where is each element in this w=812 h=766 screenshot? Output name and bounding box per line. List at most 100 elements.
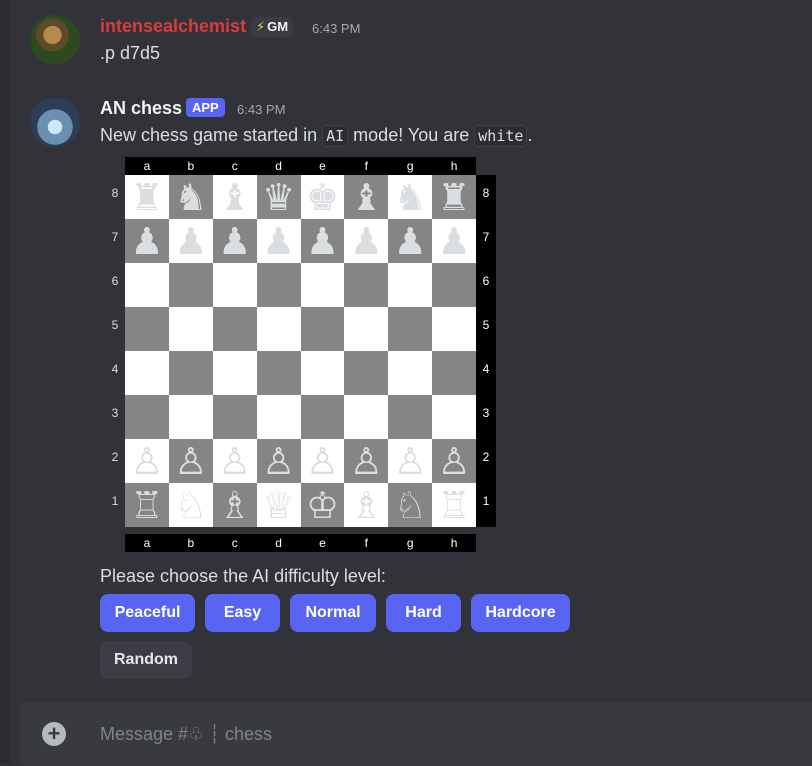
chess-piece: ♜ [130,175,164,219]
square-g2: ♙ [388,439,433,483]
square-c8: ♝ [212,175,257,219]
normal-button[interactable]: Normal [290,594,376,632]
chess-piece: ♙ [261,439,296,483]
square-g7: ♟ [388,219,433,263]
square-b5 [168,307,213,351]
square-h2: ♙ [432,439,476,483]
square-f8: ♝ [344,175,389,219]
square-c2: ♙ [212,439,257,483]
chess-piece: ♜ [437,175,471,219]
inline-code-mode: AI [322,125,349,147]
square-a4 [125,351,169,395]
chess-piece: ♟ [349,219,383,263]
rank-labels-right: 87654321 [476,175,496,527]
random-button[interactable]: Random [100,641,192,679]
square-e5 [300,307,345,351]
chess-piece: ♛ [261,175,296,219]
square-a7: ♟ [125,219,169,263]
square-b4 [168,351,213,395]
chess-piece: ♗ [349,483,383,527]
square-g5 [388,307,433,351]
chess-piece: ♞ [174,175,208,219]
square-e3 [300,395,345,439]
chess-piece: ♝ [218,175,252,219]
square-f3 [344,395,389,439]
chess-piece: ♟ [261,219,296,263]
square-g1: ♘ [388,483,433,527]
chess-piece: ♖ [130,483,164,527]
square-b6 [168,263,213,307]
chess-piece: ♟ [130,219,164,263]
square-g6 [388,263,433,307]
square-f5 [344,307,389,351]
square-d2: ♙ [256,439,301,483]
square-a8: ♜ [125,175,169,219]
chess-piece: ♝ [349,175,383,219]
square-d6 [256,263,301,307]
square-h6 [432,263,476,307]
avatar[interactable] [30,97,80,147]
square-e8: ♚ [300,175,345,219]
timestamp: 6:43 PM [312,21,361,36]
chess-piece: ♟ [174,219,208,263]
file-labels-top: abcdefgh [125,157,476,175]
message-text: New chess game started in AI mode! You a… [100,125,533,147]
message-composer: + [20,702,812,766]
square-e2: ♙ [300,439,345,483]
square-d7: ♟ [256,219,301,263]
easy-button[interactable]: Easy [205,594,280,632]
chess-piece: ♖ [437,483,471,527]
chess-piece: ♕ [261,483,296,527]
square-h5 [432,307,476,351]
author-name[interactable]: AN chess [100,98,182,119]
author-name[interactable]: intensealchemist [100,16,246,37]
square-g3 [388,395,433,439]
chess-piece: ♚ [305,175,340,219]
square-b2: ♙ [168,439,213,483]
square-d5 [256,307,301,351]
gm-badge: ⚡ GM [251,17,294,37]
message-input[interactable] [98,718,782,750]
file-labels-bottom: abcdefgh [125,534,476,552]
square-a3 [125,395,169,439]
avatar[interactable] [30,15,80,65]
chess-piece: ♞ [393,175,427,219]
square-c6 [212,263,257,307]
chess-piece: ♔ [305,483,340,527]
square-g8: ♞ [388,175,433,219]
chess-piece: ♙ [393,439,427,483]
chess-piece: ♟ [305,219,340,263]
square-c4 [212,351,257,395]
square-b7: ♟ [168,219,213,263]
square-h1: ♖ [432,483,476,527]
square-h3 [432,395,476,439]
chess-piece: ♘ [174,483,208,527]
chess-piece: ♙ [349,439,383,483]
square-a5 [125,307,169,351]
chess-piece: ♟ [393,219,427,263]
square-f1: ♗ [344,483,389,527]
chess-piece: ♙ [218,439,252,483]
square-f4 [344,351,389,395]
square-g4 [388,351,433,395]
square-d1: ♕ [256,483,301,527]
square-b8: ♞ [168,175,213,219]
chess-piece: ♙ [174,439,208,483]
chess-board-image[interactable]: abcdefgh 87654321 ♜ ♞ ♝ ♛ ♚ ♝ ♞ ♜ ♟ ♟ ♟ ♟ ♟ ♟ ♟ ♟ ♙ ♙ ♙ ♙ ♙ ♙… [105,157,501,552]
left-rail [0,0,10,763]
message-text: .p d7d5 [100,43,161,63]
peaceful-button[interactable]: Peaceful [100,594,195,632]
app-badge: APP [186,98,225,117]
square-e7: ♟ [300,219,345,263]
hardcore-button[interactable]: Hardcore [471,594,570,632]
add-attachment-icon[interactable]: + [42,722,66,746]
hard-button[interactable]: Hard [386,594,461,632]
square-h4 [432,351,476,395]
lightning-icon: ⚡ [256,19,266,34]
board-squares: ♜ ♞ ♝ ♛ ♚ ♝ ♞ ♜ ♟ ♟ ♟ ♟ ♟ ♟ ♟ ♟ ♙ ♙ ♙ ♙ ♙ ♙ ♙ ♙ ♖ ♘ ♗ ♕ ♔ ♗ ♘ ♖ [125,175,476,527]
inline-code-color: white [474,125,528,147]
square-b1: ♘ [168,483,213,527]
chess-piece: ♙ [305,439,340,483]
chess-piece: ♗ [218,483,252,527]
rank-labels-left: 87654321 [105,175,125,527]
